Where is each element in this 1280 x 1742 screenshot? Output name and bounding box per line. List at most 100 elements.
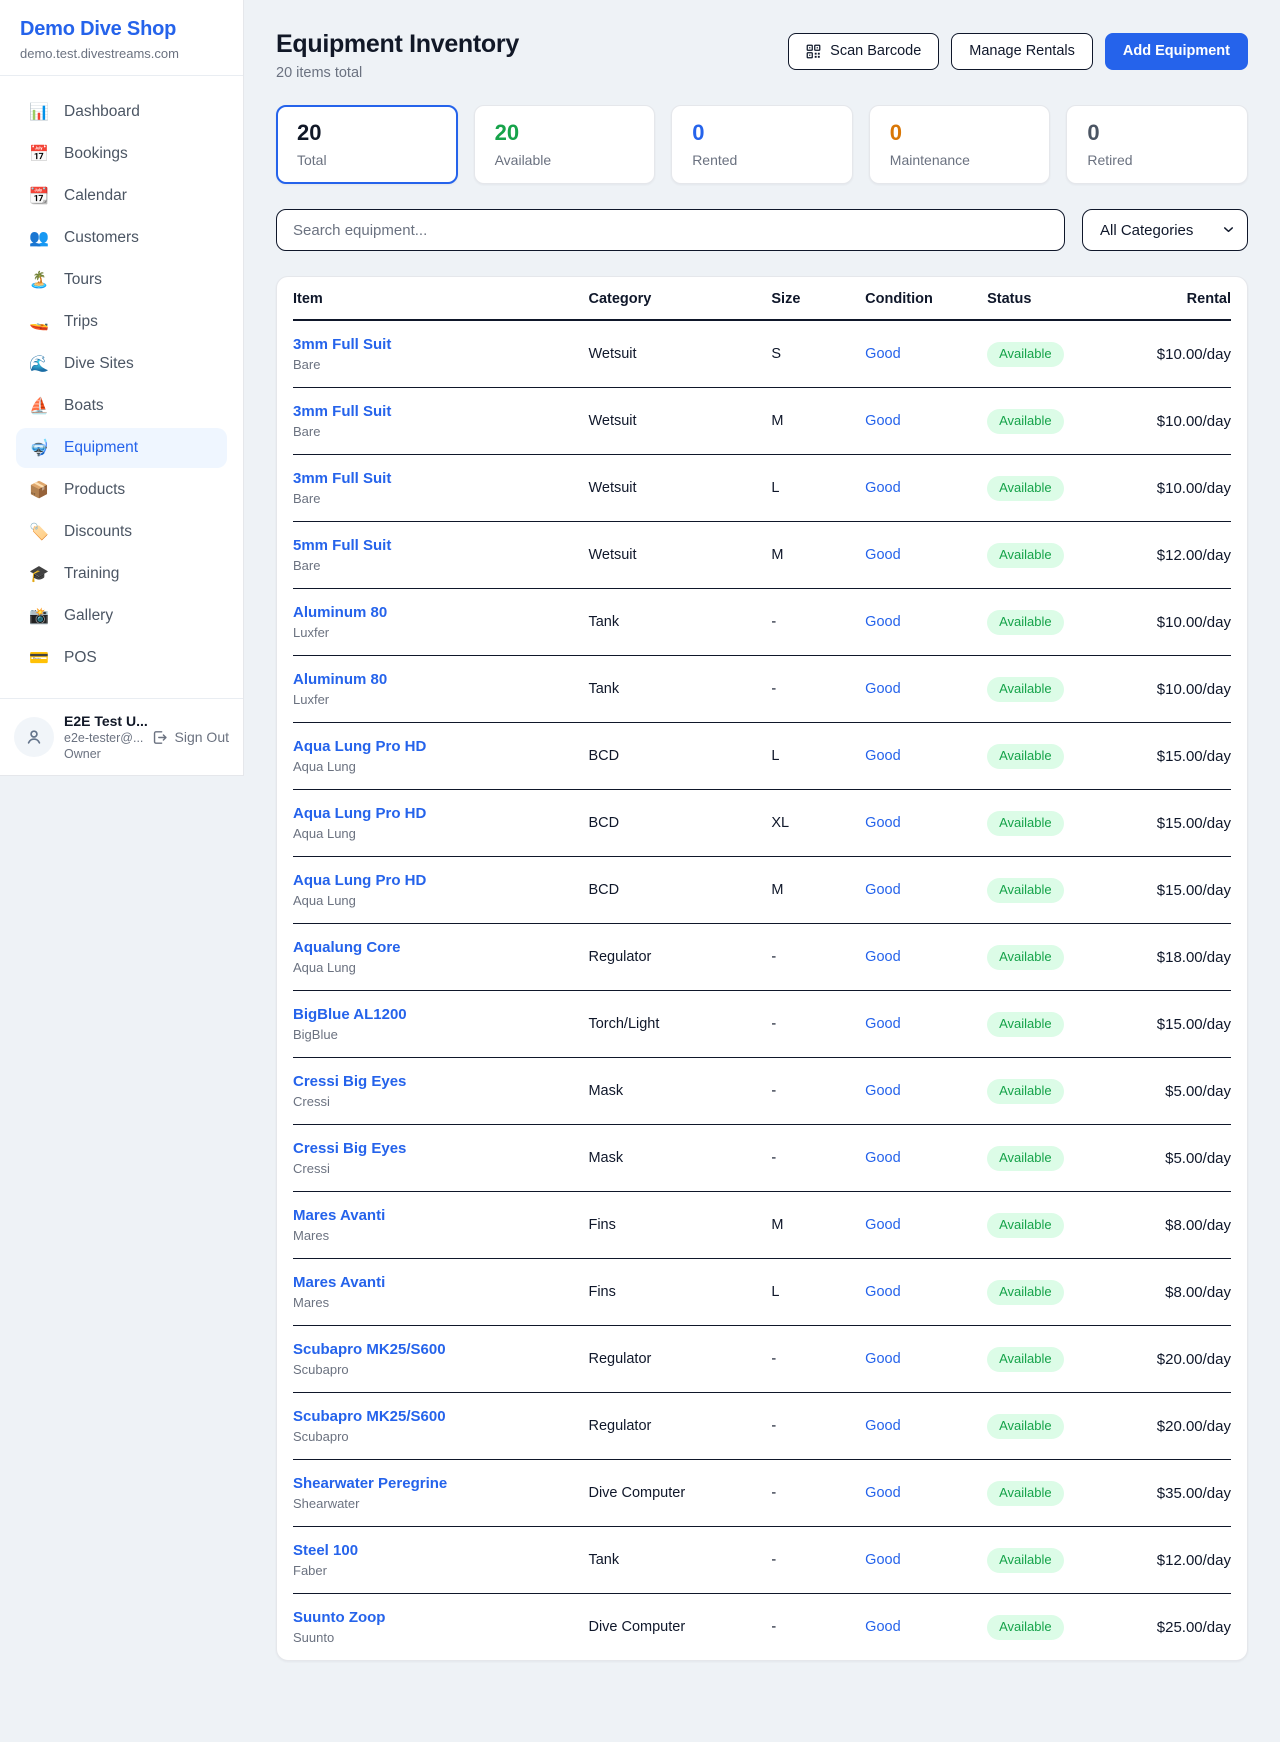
item-link[interactable]: 3mm Full Suit: [293, 403, 391, 420]
cell-category: BCD: [588, 790, 771, 857]
sidebar-item-pos[interactable]: 💳POS: [16, 638, 227, 678]
manage-rentals-button[interactable]: Manage Rentals: [951, 33, 1093, 70]
search-input[interactable]: [276, 209, 1065, 251]
item-brand: Aqua Lung: [293, 960, 588, 975]
item-link[interactable]: Cressi Big Eyes: [293, 1140, 406, 1157]
condition-link[interactable]: Good: [865, 1150, 900, 1166]
cell-status: Available: [987, 455, 1146, 522]
stat-card-total[interactable]: 20Total: [276, 105, 458, 184]
status-badge: Available: [987, 342, 1064, 367]
table-body: 3mm Full SuitBareWetsuitSGoodAvailable$1…: [293, 320, 1231, 1660]
user-role: Owner: [64, 747, 139, 761]
sidebar-item-trips[interactable]: 🚤 Trips: [16, 302, 227, 342]
cell-rental: $18.00/day: [1147, 924, 1231, 991]
item-link[interactable]: 3mm Full Suit: [293, 470, 391, 487]
speedboat-icon: 🚤: [28, 312, 50, 332]
condition-link[interactable]: Good: [865, 1485, 900, 1501]
cell-status: Available: [987, 1527, 1146, 1594]
wave-icon: 🌊: [28, 354, 50, 374]
cell-condition: Good: [865, 455, 987, 522]
grad-cap-icon: 🎓: [28, 564, 50, 584]
condition-link[interactable]: Good: [865, 882, 900, 898]
condition-link[interactable]: Good: [865, 614, 900, 630]
item-brand: Cressi: [293, 1094, 588, 1109]
cell-size: -: [771, 1393, 865, 1460]
cell-rental: $8.00/day: [1147, 1259, 1231, 1326]
item-link[interactable]: Aqua Lung Pro HD: [293, 805, 426, 822]
condition-link[interactable]: Good: [865, 1083, 900, 1099]
diving-mask-icon: 🤿: [28, 438, 50, 458]
item-link[interactable]: Aqualung Core: [293, 939, 401, 956]
item-brand: Aqua Lung: [293, 826, 588, 841]
stat-card-maintenance[interactable]: 0Maintenance: [869, 105, 1051, 184]
condition-link[interactable]: Good: [865, 681, 900, 697]
condition-link[interactable]: Good: [865, 547, 900, 563]
condition-link[interactable]: Good: [865, 1351, 900, 1367]
item-link[interactable]: Shearwater Peregrine: [293, 1475, 447, 1492]
island-icon: 🏝️: [28, 270, 50, 290]
sidebar-item-discounts[interactable]: 🏷️Discounts: [16, 512, 227, 552]
cell-condition: Good: [865, 790, 987, 857]
sidebar-item-gallery[interactable]: 📸Gallery: [16, 596, 227, 636]
sidebar-item-label: Boats: [64, 397, 104, 415]
item-link[interactable]: Mares Avanti: [293, 1207, 385, 1224]
item-link[interactable]: Scubapro MK25/S600: [293, 1341, 446, 1358]
condition-link[interactable]: Good: [865, 413, 900, 429]
sidebar-item-products[interactable]: 📦Products: [16, 470, 227, 510]
condition-link[interactable]: Good: [865, 1552, 900, 1568]
item-brand: Shearwater: [293, 1496, 588, 1511]
sidebar-item-label: Trips: [64, 313, 98, 331]
item-link[interactable]: Suunto Zoop: [293, 1609, 385, 1626]
table-row: 5mm Full SuitBareWetsuitMGoodAvailable$1…: [293, 522, 1231, 589]
item-link[interactable]: Aluminum 80: [293, 671, 387, 688]
item-link[interactable]: Cressi Big Eyes: [293, 1073, 406, 1090]
equipment-table-card: Item Category Size Condition Status Rent…: [276, 276, 1248, 1661]
sidebar-item-tours[interactable]: 🏝️Tours: [16, 260, 227, 300]
table-row: 3mm Full SuitBareWetsuitMGoodAvailable$1…: [293, 388, 1231, 455]
sidebar-item-calendar[interactable]: 📆Calendar: [16, 176, 227, 216]
cell-rental: $35.00/day: [1147, 1460, 1231, 1527]
condition-link[interactable]: Good: [865, 1016, 900, 1032]
condition-link[interactable]: Good: [865, 1217, 900, 1233]
item-link[interactable]: BigBlue AL1200: [293, 1006, 407, 1023]
cell-size: -: [771, 1125, 865, 1192]
sidebar-item-customers[interactable]: 👥Customers: [16, 218, 227, 258]
condition-link[interactable]: Good: [865, 1284, 900, 1300]
sidebar-item-dashboard[interactable]: 📊Dashboard: [16, 92, 227, 132]
condition-link[interactable]: Good: [865, 815, 900, 831]
category-select[interactable]: All Categories: [1082, 209, 1248, 251]
sidebar-item-training[interactable]: 🎓Training: [16, 554, 227, 594]
stat-card-rented[interactable]: 0Rented: [671, 105, 853, 184]
sign-out-button[interactable]: Sign Out: [149, 729, 229, 746]
sidebar-item-boats[interactable]: ⛵Boats: [16, 386, 227, 426]
item-link[interactable]: Steel 100: [293, 1542, 358, 1559]
item-link[interactable]: Aqua Lung Pro HD: [293, 738, 426, 755]
user-meta: E2E Test U... e2e-tester@... Owner: [64, 713, 139, 761]
add-equipment-button[interactable]: Add Equipment: [1105, 33, 1248, 70]
sidebar-item-equipment[interactable]: 🤿Equipment: [16, 428, 227, 468]
sidebar: Demo Dive Shop demo.test.divestreams.com…: [0, 0, 244, 776]
sign-out-label: Sign Out: [175, 729, 229, 745]
condition-link[interactable]: Good: [865, 1619, 900, 1635]
cell-size: S: [771, 320, 865, 388]
sidebar-item-bookings[interactable]: 📅Bookings: [16, 134, 227, 174]
cell-category: Wetsuit: [588, 388, 771, 455]
scan-barcode-button[interactable]: Scan Barcode: [788, 33, 939, 70]
item-link[interactable]: Aqua Lung Pro HD: [293, 872, 426, 889]
stat-card-retired[interactable]: 0Retired: [1066, 105, 1248, 184]
page-title: Equipment Inventory: [276, 30, 519, 59]
condition-link[interactable]: Good: [865, 346, 900, 362]
item-link[interactable]: Mares Avanti: [293, 1274, 385, 1291]
cell-rental: $10.00/day: [1147, 656, 1231, 723]
condition-link[interactable]: Good: [865, 1418, 900, 1434]
sidebar-item-dive-sites[interactable]: 🌊Dive Sites: [16, 344, 227, 384]
item-link[interactable]: 5mm Full Suit: [293, 537, 391, 554]
item-link[interactable]: Aluminum 80: [293, 604, 387, 621]
stat-card-available[interactable]: 20Available: [474, 105, 656, 184]
item-link[interactable]: 3mm Full Suit: [293, 336, 391, 353]
cell-category: Fins: [588, 1259, 771, 1326]
condition-link[interactable]: Good: [865, 748, 900, 764]
condition-link[interactable]: Good: [865, 949, 900, 965]
item-link[interactable]: Scubapro MK25/S600: [293, 1408, 446, 1425]
condition-link[interactable]: Good: [865, 480, 900, 496]
